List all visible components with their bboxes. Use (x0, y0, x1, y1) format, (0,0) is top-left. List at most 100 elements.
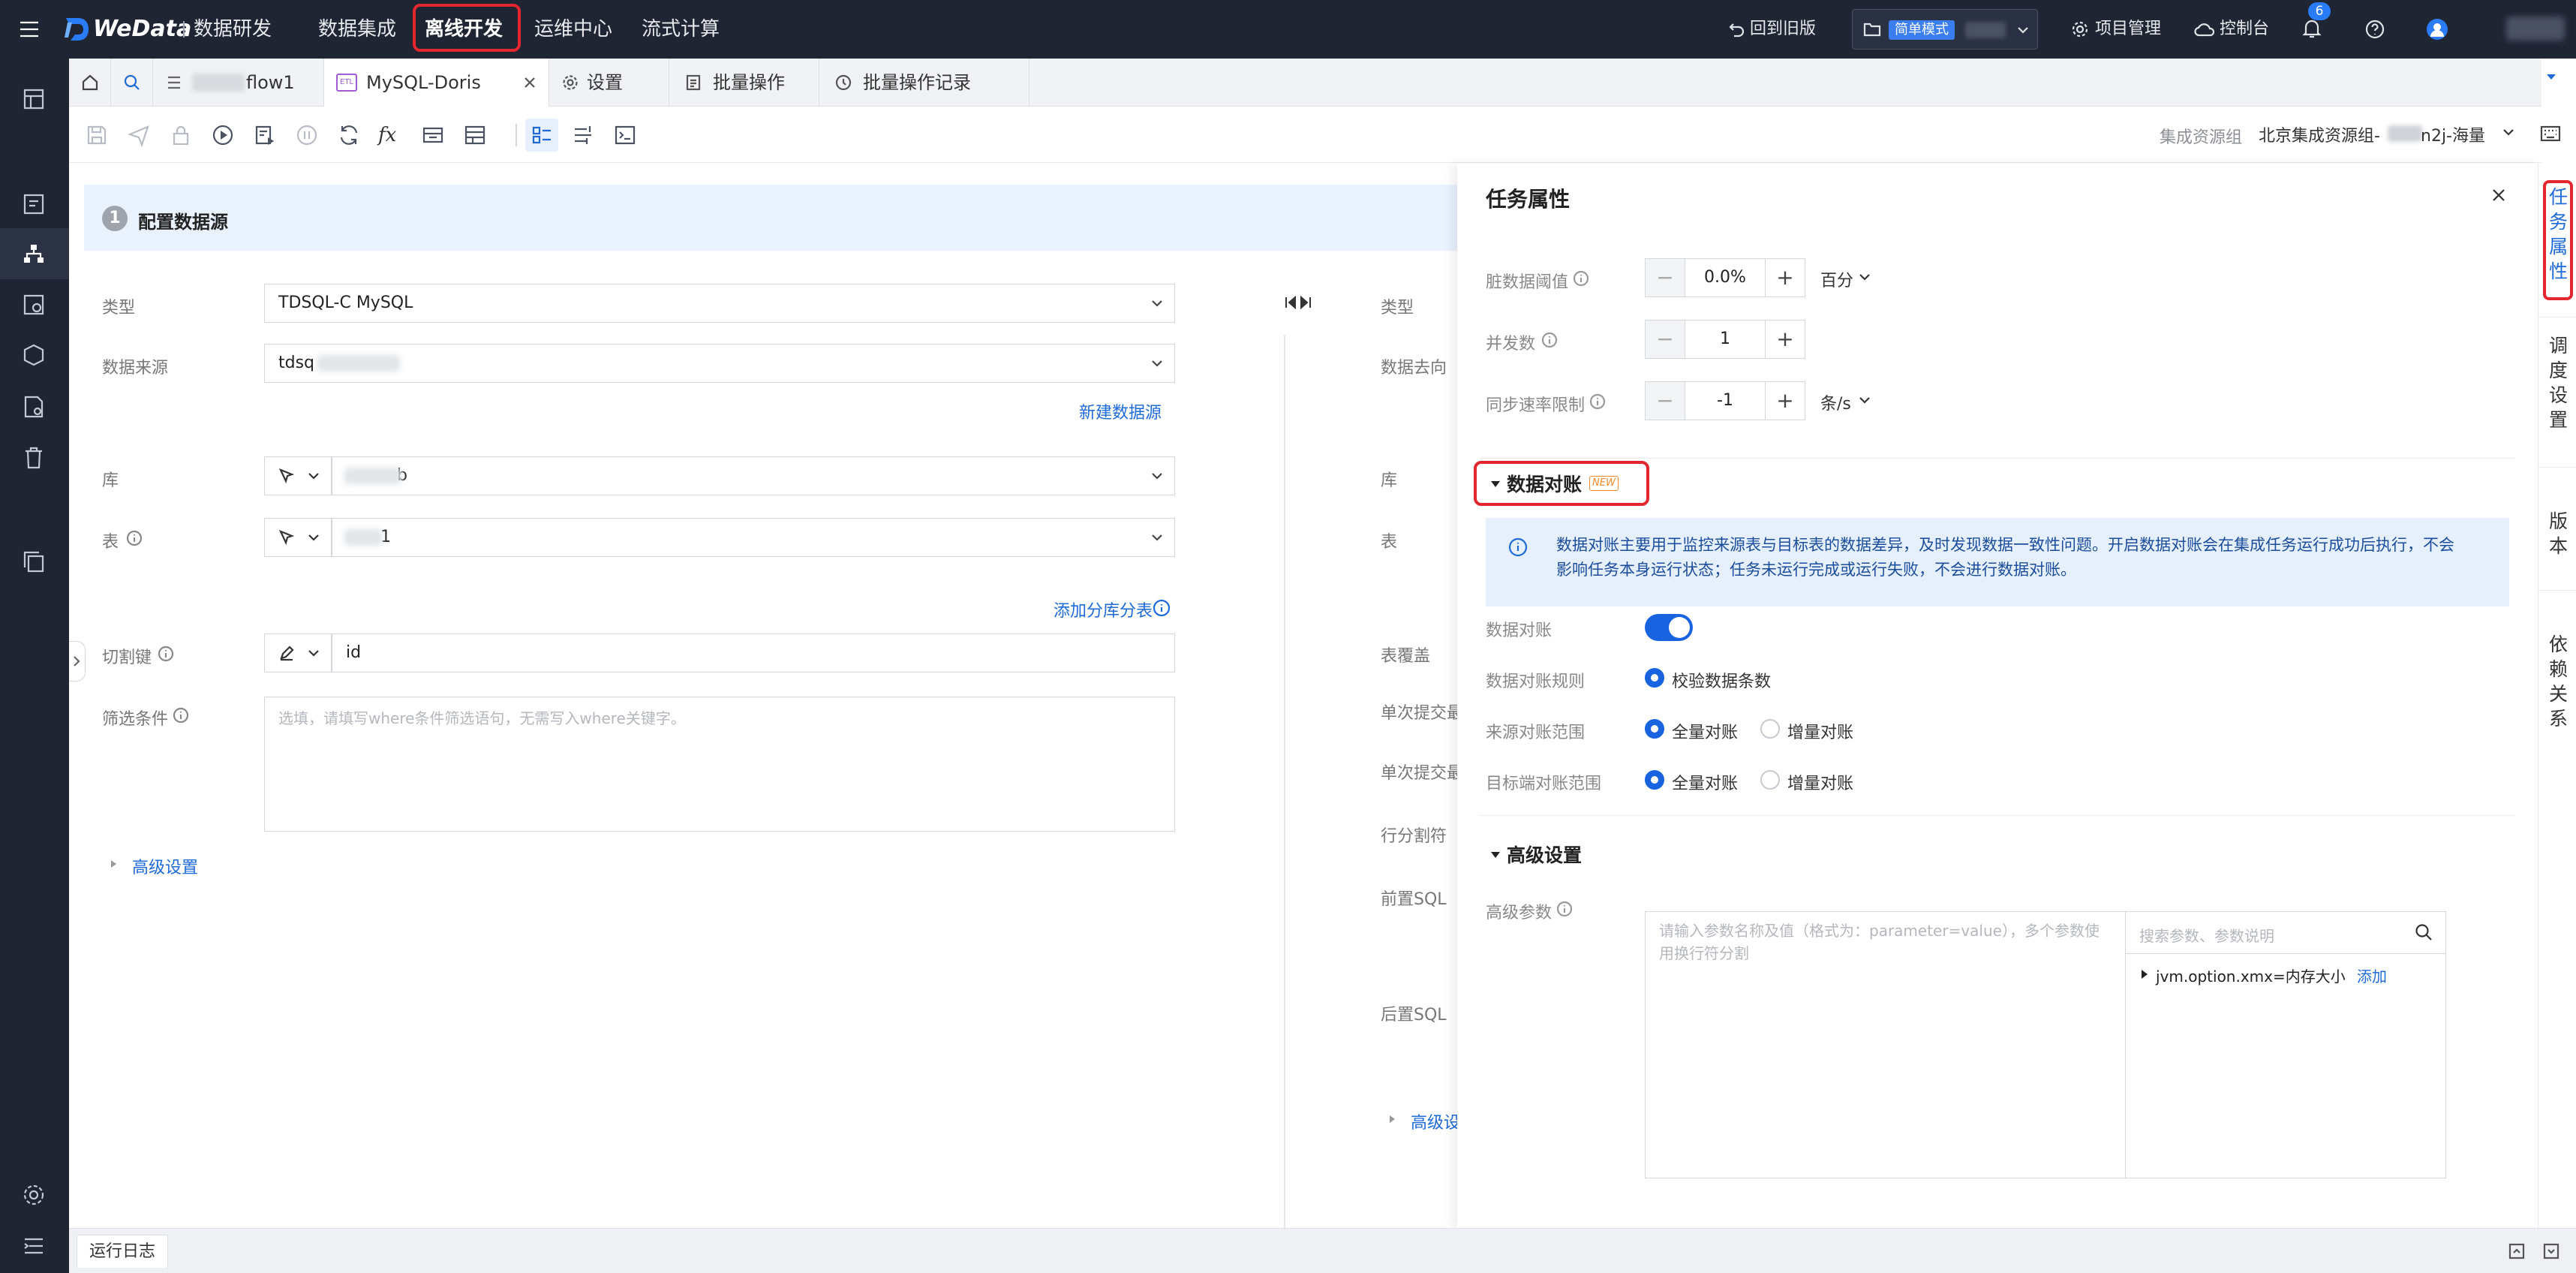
increment-button[interactable]: + (1766, 382, 1805, 420)
help-icon[interactable] (2365, 20, 2385, 39)
form-mode-icon[interactable] (529, 122, 555, 148)
source-range-incr-radio[interactable] (1760, 719, 1780, 739)
keyboard-icon[interactable] (2539, 122, 2562, 145)
avatar[interactable] (2427, 19, 2448, 40)
rate-limit-unit-select[interactable]: 条/s (1820, 390, 1851, 414)
tab-mysql-doris[interactable]: ETL MySQL-Doris (324, 59, 549, 107)
settings-doc-icon[interactable] (19, 392, 49, 422)
db-select-mode[interactable] (264, 456, 332, 495)
rail-version[interactable]: 版本 (2538, 509, 2576, 558)
source-range-full-radio[interactable] (1645, 719, 1664, 739)
rail-dependencies[interactable]: 依赖关系 (2538, 632, 2576, 731)
collapse-splitter-icon[interactable] (1283, 291, 1313, 314)
split-key-input[interactable]: id (332, 633, 1175, 673)
bell-icon[interactable] (2302, 18, 2322, 39)
settings-icon[interactable] (19, 1180, 49, 1210)
sql-icon[interactable] (19, 189, 49, 219)
search-icon[interactable] (2414, 922, 2433, 942)
expand-sidebar-handle[interactable] (69, 641, 86, 682)
workflow-icon[interactable] (19, 239, 49, 269)
nav-stream-compute[interactable]: 流式计算 (642, 0, 720, 59)
run-log-tab[interactable]: 运行日志 (77, 1235, 169, 1268)
concurrency-value[interactable]: 1 (1685, 321, 1766, 358)
rate-limit-stepper[interactable]: − -1 + (1645, 381, 1805, 420)
dirty-threshold-value[interactable]: 0.0% (1685, 259, 1766, 296)
target-range-full-radio[interactable] (1645, 770, 1664, 790)
recon-section-title[interactable]: 数据对账 (1507, 470, 1582, 497)
run-icon[interactable] (210, 122, 236, 148)
recon-rule-radio[interactable] (1645, 668, 1664, 688)
tab-batch-ops[interactable]: 批量操作 (669, 59, 819, 107)
tab-dropdown-icon[interactable] (2542, 68, 2560, 86)
table-icon[interactable] (462, 122, 488, 148)
param-search-input[interactable]: 搜索参数、参数说明 (2126, 912, 2445, 954)
tab-batch-ops-history[interactable]: 批量操作记录 (819, 59, 1029, 107)
dirty-threshold-stepper[interactable]: − 0.0% + (1645, 258, 1805, 297)
nav-data-integration[interactable]: 数据集成 (318, 0, 396, 59)
close-tab-icon[interactable] (522, 75, 537, 90)
close-icon[interactable] (2490, 186, 2508, 204)
package-icon[interactable] (19, 341, 49, 371)
minimize-icon[interactable] (2542, 1242, 2560, 1260)
dashboard-icon[interactable] (19, 84, 49, 114)
split-key-mode[interactable] (264, 633, 332, 673)
param-add-link[interactable]: 添加 (2357, 965, 2387, 986)
tab-home[interactable] (69, 59, 111, 107)
copy-icon[interactable] (19, 546, 49, 576)
undo-icon[interactable] (1729, 21, 1745, 38)
add-shard-link[interactable]: 添加分库分表 (1054, 597, 1153, 621)
submit-icon[interactable] (126, 122, 152, 148)
menu-icon[interactable] (18, 20, 41, 39)
nav-ops-center[interactable]: 运维中心 (534, 0, 612, 59)
concurrency-stepper[interactable]: − 1 + (1645, 320, 1805, 359)
source-type-select[interactable]: TDSQL-C MySQL (264, 284, 1175, 323)
target-range-incr-radio[interactable] (1760, 770, 1780, 790)
advanced-section-title[interactable]: 高级设置 (1507, 841, 1582, 868)
recon-toggle[interactable] (1645, 614, 1693, 641)
project-management[interactable]: 项目管理 (2095, 0, 2161, 59)
refresh-icon[interactable] (336, 122, 362, 148)
source-advanced-toggle[interactable]: 高级设置 (132, 854, 198, 878)
rail-task-properties[interactable]: 任务属性 (2538, 185, 2576, 284)
source-db-select[interactable]: b (332, 456, 1175, 495)
increment-button[interactable]: + (1766, 259, 1805, 296)
trash-icon[interactable] (19, 443, 49, 473)
run-with-params-icon[interactable] (252, 122, 278, 148)
canvas-mode-icon[interactable] (570, 122, 596, 148)
rail-schedule-settings[interactable]: 调度设置 (2538, 333, 2576, 432)
gear-icon[interactable] (2071, 20, 2089, 38)
lock-icon[interactable] (168, 122, 194, 148)
function-icon[interactable]: fx (378, 122, 404, 148)
target-advanced-toggle[interactable]: 高级设 (1411, 1109, 1460, 1133)
script-mode-icon[interactable] (612, 122, 638, 148)
decrement-button[interactable]: − (1646, 321, 1685, 358)
filter-textarea[interactable]: 选填，请填写where条件筛选语句，无需写入where关键字。 (264, 697, 1175, 832)
tab-search[interactable] (111, 59, 153, 107)
caret-right-icon[interactable] (2139, 969, 2150, 980)
increment-button[interactable]: + (1766, 321, 1805, 358)
save-icon[interactable] (84, 122, 110, 148)
source-table-select[interactable]: 1 (332, 518, 1175, 557)
rate-limit-value[interactable]: -1 (1685, 382, 1766, 420)
new-datasource-link[interactable]: 新建数据源 (1079, 399, 1162, 423)
stop-icon[interactable] (294, 122, 320, 148)
decrement-button[interactable]: − (1646, 382, 1685, 420)
maximize-icon[interactable] (2508, 1242, 2526, 1260)
dirty-threshold-unit-select[interactable]: 百分 (1820, 267, 1853, 291)
resource-group-select[interactable]: 北京集成资源组- n2j-海量 (2259, 121, 2576, 151)
etl-badge: ETL (336, 74, 357, 92)
advanced-params-textarea[interactable]: 请输入参数名称及值（格式为：parameter=value），多个参数使用换行符… (1646, 912, 2126, 1178)
format-icon[interactable] (420, 122, 446, 148)
project-selector[interactable]: 简单模式 (1852, 9, 2038, 50)
collapse-menu-icon[interactable] (19, 1231, 49, 1261)
task-icon[interactable] (19, 290, 49, 320)
cloud-icon[interactable] (2194, 21, 2215, 38)
console-link[interactable]: 控制台 (2220, 0, 2269, 59)
table-select-mode[interactable] (264, 518, 332, 557)
tab-flow1[interactable]: flow1 (153, 59, 324, 107)
tab-settings[interactable]: 设置 (549, 59, 669, 107)
decrement-button[interactable]: − (1646, 259, 1685, 296)
source-datasource-select[interactable]: tdsq (264, 344, 1175, 383)
nav-offline-dev[interactable]: 离线开发 (425, 0, 503, 59)
back-to-old-version[interactable]: 回到旧版 (1750, 0, 1816, 59)
